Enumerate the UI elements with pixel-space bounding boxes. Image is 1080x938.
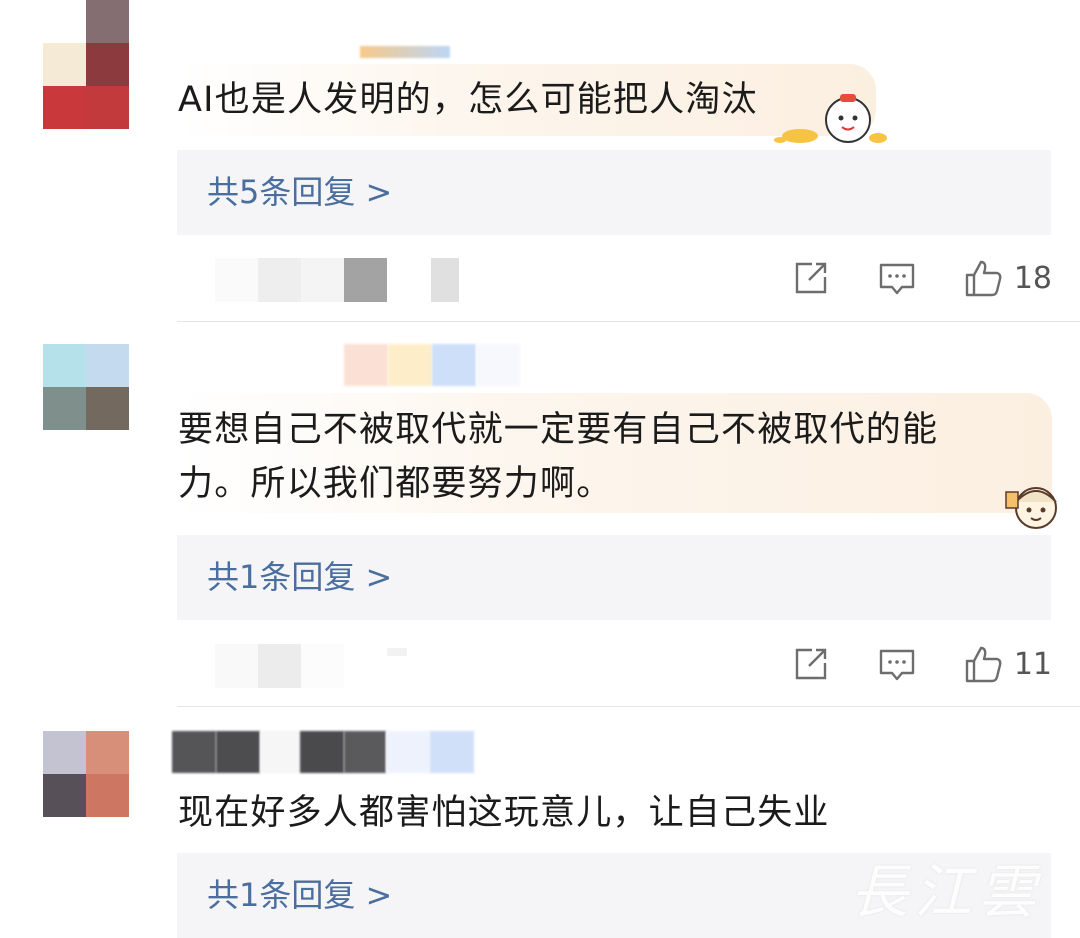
view-replies-link[interactable]: 共1条回复 > — [207, 873, 392, 917]
username-blur[interactable] — [172, 731, 474, 773]
watermark-logo: 長江雲 — [850, 858, 1043, 926]
comment-text: 现在好多人都害怕这玩意儿，让自己失业 — [178, 793, 830, 833]
comment-item: 现在好多人都害怕这玩意儿，让自己失业 共1条回复 > — [0, 0, 1080, 938]
avatar[interactable] — [43, 731, 129, 817]
